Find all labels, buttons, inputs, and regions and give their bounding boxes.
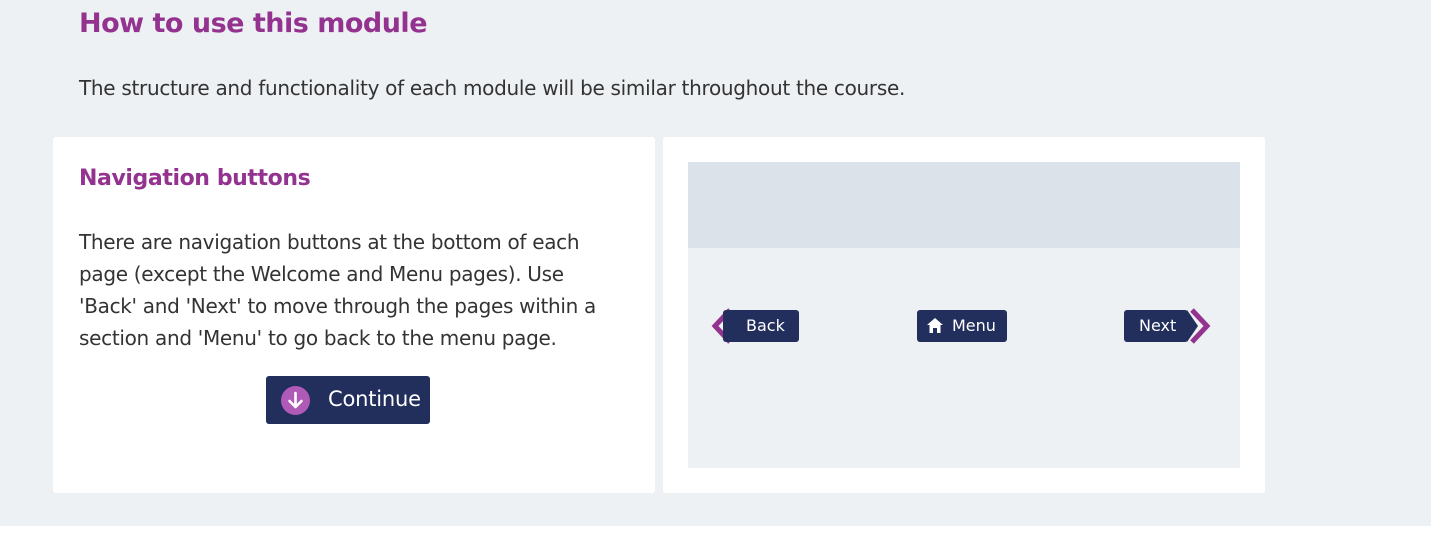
page-preview: Back Menu Next [688,162,1240,468]
card-body-text: There are navigation buttons at the bott… [79,230,597,350]
menu-button[interactable]: Menu [917,310,1007,342]
home-icon [927,318,943,333]
next-button[interactable]: Next [1124,310,1188,342]
page-title: How to use this module [79,8,428,39]
continue-button[interactable]: Continue [266,376,430,424]
menu-label: Menu [952,316,996,335]
navigation-info-card: Navigation buttons There are navigation … [53,137,655,493]
module-intro-section: How to use this module The structure and… [0,0,1431,526]
preview-header-bar [688,162,1240,248]
intro-text: The structure and functionality of each … [79,76,906,100]
arrow-down-circle-icon [281,386,310,415]
next-button-arrow-tip [1187,310,1198,342]
navigation-preview-card: Back Menu Next [663,137,1265,493]
continue-label: Continue [328,387,421,411]
card-title: Navigation buttons [79,166,311,191]
back-label: Back [746,316,785,335]
back-button[interactable]: Back [723,310,799,342]
next-label: Next [1139,316,1177,335]
